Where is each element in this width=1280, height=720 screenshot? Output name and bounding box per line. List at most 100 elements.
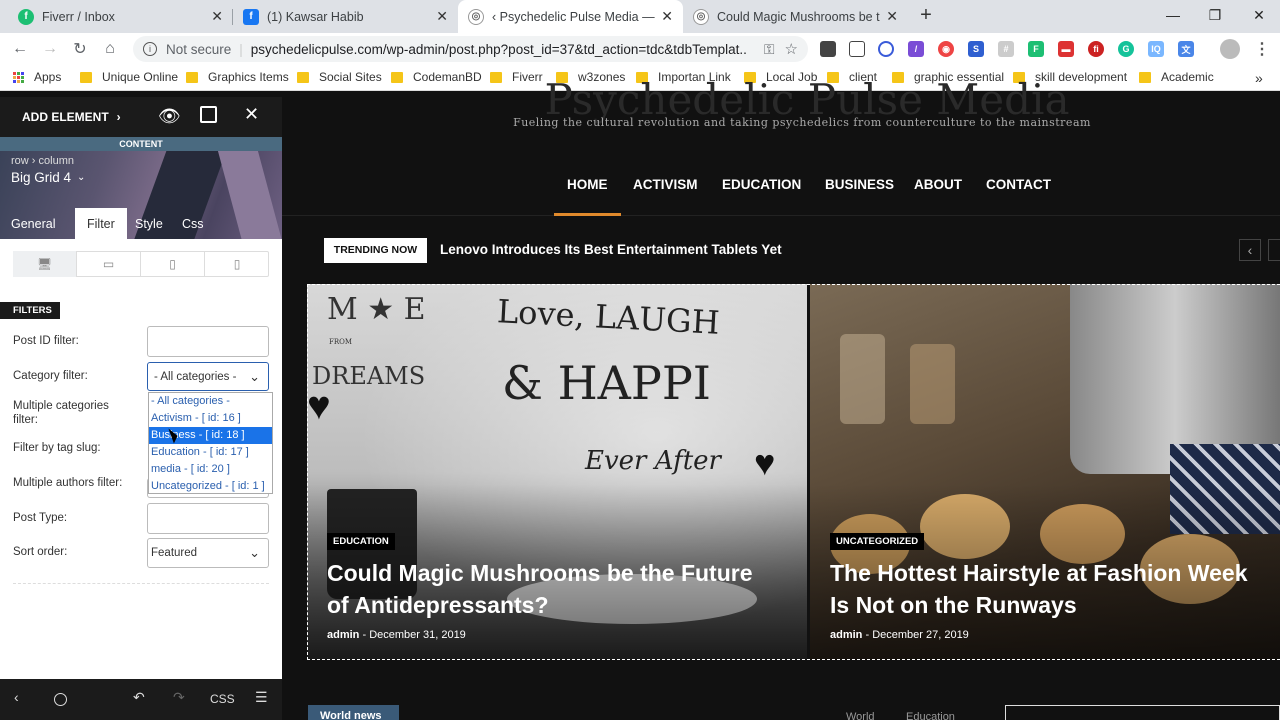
chevron-right-icon[interactable] xyxy=(1268,239,1280,261)
post-title[interactable]: Could Magic Mushrooms be the Future of A… xyxy=(327,557,767,621)
dropdown-option[interactable]: Activism - [ id: 16 ] xyxy=(149,410,272,427)
dropdown-option-selected[interactable]: Business - [ id: 18 ] xyxy=(149,427,272,444)
bookmarks-overflow[interactable]: » xyxy=(1255,70,1263,86)
menu-home[interactable]: HOME xyxy=(567,177,608,192)
breadcrumb-column[interactable]: column xyxy=(39,155,74,167)
bookmark-folder[interactable]: Unique Online xyxy=(80,70,178,84)
bookmark-apps[interactable]: Apps xyxy=(13,70,61,84)
pen-icon[interactable]: / xyxy=(908,41,924,57)
browser-tab[interactable]: f (1) Kawsar Habib ✕ xyxy=(233,0,458,33)
save-icon[interactable] xyxy=(200,106,217,123)
bookmark-folder[interactable]: Social Sites xyxy=(297,70,382,84)
menu-contact[interactable]: CONTACT xyxy=(986,177,1051,192)
new-tab-button[interactable]: + xyxy=(915,4,937,28)
extension-icon[interactable] xyxy=(820,41,836,57)
dropdown-option[interactable]: Uncategorized - [ id: 1 ] xyxy=(149,478,272,495)
browser-tab[interactable]: f Fiverr / Inbox ✕ xyxy=(8,0,233,33)
back-arrow-icon[interactable]: ← xyxy=(8,37,32,61)
undo-icon[interactable]: ↶ xyxy=(133,689,145,706)
dropdown-option[interactable]: Education - [ id: 17 ] xyxy=(149,444,272,461)
close-tab-icon[interactable]: ✕ xyxy=(886,8,898,25)
security-label: Not secure xyxy=(166,41,232,57)
browser-tab-active[interactable]: ◎ ‹ Psychedelic Pulse Media — Wo ✕ xyxy=(458,0,683,33)
add-element-button[interactable]: ADD ELEMENT › xyxy=(22,110,121,124)
info-icon[interactable]: i xyxy=(143,42,157,56)
post-card[interactable]: UNCATEGORIZED The Hottest Hairstyle at F… xyxy=(810,284,1280,660)
desktop-icon[interactable]: 🖥 xyxy=(13,251,77,277)
forward-arrow-icon[interactable]: → xyxy=(38,37,62,61)
iq-extension-icon[interactable]: IQ xyxy=(1148,41,1164,57)
dropdown-option[interactable]: - All categories - xyxy=(149,393,272,410)
f-extension-icon[interactable]: F xyxy=(1028,41,1044,57)
translate-icon[interactable]: 文 xyxy=(1178,41,1194,57)
redo-icon[interactable]: ↷ xyxy=(173,689,185,706)
color-picker-icon[interactable]: ◉ xyxy=(938,41,954,57)
post-date: December 31, 2019 xyxy=(369,629,466,641)
bookmark-folder[interactable]: Graphics Items xyxy=(186,70,289,84)
menu-education[interactable]: EDUCATION xyxy=(722,177,801,192)
post-author[interactable]: admin xyxy=(830,629,862,641)
minimize-icon[interactable]: — xyxy=(1152,0,1194,30)
grid-extension-icon[interactable]: # xyxy=(998,41,1014,57)
css-button[interactable]: CSS xyxy=(210,692,235,706)
tablet-portrait-icon[interactable]: ▯ xyxy=(141,251,205,277)
menu-about[interactable]: ABOUT xyxy=(914,177,962,192)
url-text[interactable]: psychedelicpulse.com/wp-admin/post.php?p… xyxy=(251,42,746,57)
tab-style[interactable]: Style xyxy=(135,208,163,239)
menu-activism[interactable]: ACTIVISM xyxy=(633,177,698,192)
tab-title: ‹ Psychedelic Pulse Media — Wo xyxy=(492,9,655,24)
tab-css[interactable]: Css xyxy=(182,208,204,239)
fi-extension-icon[interactable]: fi xyxy=(1088,41,1104,57)
close-tab-icon[interactable]: ✕ xyxy=(211,8,223,25)
list-icon[interactable]: ☰ xyxy=(255,689,268,706)
category-select[interactable]: - All categories - ⌄ xyxy=(147,362,269,391)
tab-filter[interactable]: Filter xyxy=(75,208,127,239)
close-window-icon[interactable]: ✕ xyxy=(1238,0,1280,30)
element-name[interactable]: Big Grid 4 ⌄ xyxy=(11,170,85,185)
category-badge[interactable]: UNCATEGORIZED xyxy=(830,533,925,550)
block-tab-education[interactable]: Education xyxy=(906,711,955,720)
fiverr-icon: f xyxy=(18,8,34,25)
sort-order-select[interactable]: Featured ⌄ xyxy=(147,538,269,568)
reload-icon[interactable]: ↻ xyxy=(68,37,92,61)
s-extension-icon[interactable]: S xyxy=(968,41,984,57)
section-label: CONTENT xyxy=(0,137,282,151)
screenshot-icon[interactable] xyxy=(849,41,865,57)
menu-business[interactable]: BUSINESS xyxy=(825,177,894,192)
key-icon[interactable]: ⚿ xyxy=(764,41,775,58)
post-author[interactable]: admin xyxy=(327,629,359,641)
maximize-icon[interactable]: ❐ xyxy=(1194,0,1236,30)
grammarly-icon[interactable]: G xyxy=(1118,41,1134,57)
circle-icon[interactable] xyxy=(54,693,67,706)
post-id-input[interactable] xyxy=(147,326,269,357)
editor-panel: ADD ELEMENT › 👁 ✕ CONTENT row › column Bi… xyxy=(0,97,282,720)
close-tab-icon[interactable]: ✕ xyxy=(661,8,673,25)
phone-icon[interactable]: ▯ xyxy=(205,251,269,277)
block-icon[interactable] xyxy=(878,41,894,57)
close-tab-icon[interactable]: ✕ xyxy=(436,8,448,25)
browser-tab[interactable]: ◎ Could Magic Mushrooms be the ✕ xyxy=(683,0,908,33)
close-icon[interactable]: ✕ xyxy=(244,104,259,125)
block-tab-world[interactable]: World xyxy=(846,711,875,720)
post-type-input[interactable] xyxy=(147,503,269,534)
breadcrumb-row[interactable]: row xyxy=(11,155,29,167)
dropdown-option[interactable]: media - [ id: 20 ] xyxy=(149,461,272,478)
menu-dots-icon[interactable]: ⋮ xyxy=(1254,41,1270,58)
chevron-left-icon[interactable]: ‹ xyxy=(14,689,19,705)
chevron-left-icon[interactable]: ‹ xyxy=(1239,239,1261,261)
sidebar-widget xyxy=(1005,705,1280,720)
post-title[interactable]: The Hottest Hairstyle at Fashion Week Is… xyxy=(830,557,1270,621)
star-icon[interactable]: ☆ xyxy=(785,40,798,58)
eye-icon[interactable]: 👁 xyxy=(158,106,181,127)
pillow-text: & HAPPI xyxy=(502,356,711,410)
category-badge[interactable]: EDUCATION xyxy=(327,533,395,550)
post-meta: admin - December 27, 2019 xyxy=(830,629,969,641)
tablet-landscape-icon[interactable]: ▭ xyxy=(77,251,141,277)
address-bar[interactable]: i Not secure | psychedelicpulse.com/wp-a… xyxy=(133,36,808,62)
home-icon[interactable]: ⌂ xyxy=(98,37,122,61)
tab-general[interactable]: General xyxy=(11,208,55,239)
trending-headline[interactable]: Lenovo Introduces Its Best Entertainment… xyxy=(440,242,782,257)
post-card[interactable]: M ★ E FROM DREAMS Love, LAUGH & HAPPI Ev… xyxy=(307,284,807,660)
profile-avatar-icon[interactable] xyxy=(1220,39,1240,59)
red-extension-icon[interactable]: ▬ xyxy=(1058,41,1074,57)
